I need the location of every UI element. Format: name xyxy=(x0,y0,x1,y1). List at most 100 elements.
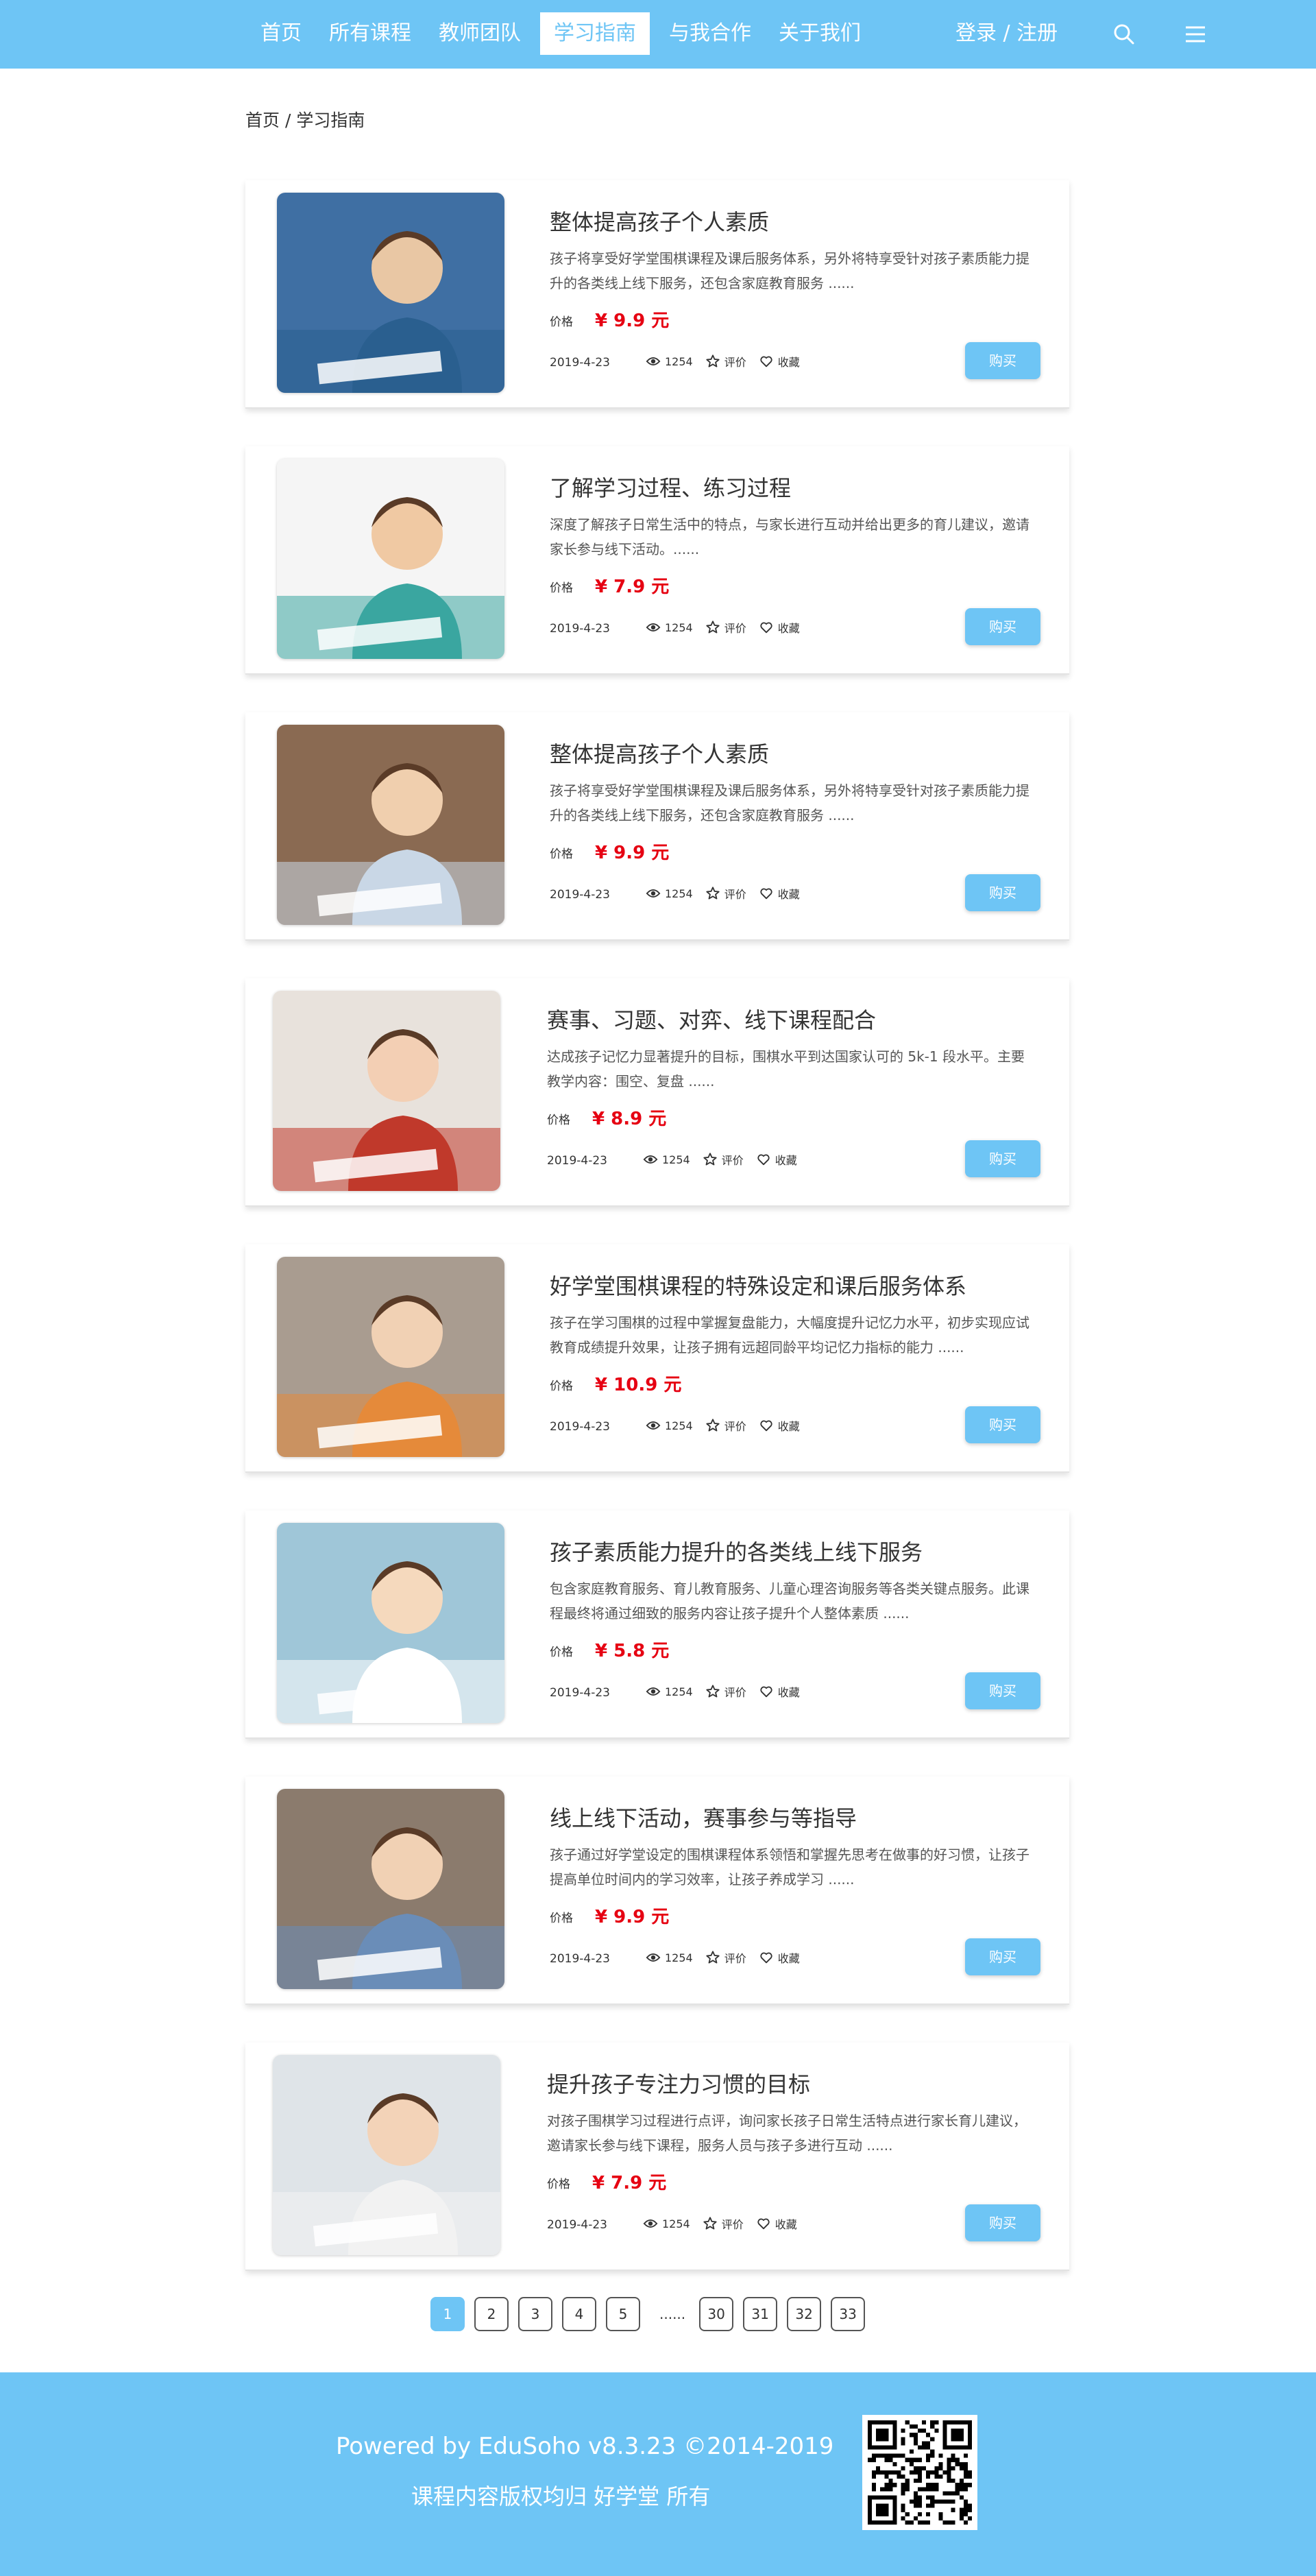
buy-button[interactable]: 购买 xyxy=(965,342,1040,379)
course-price: ¥ 5.8 元 xyxy=(595,1641,670,1661)
rate-link[interactable]: 评价 xyxy=(703,2215,744,2232)
page-button-31[interactable]: 31 xyxy=(743,2297,778,2331)
views-count: 1254 xyxy=(662,2217,690,2230)
views-count: 1254 xyxy=(665,887,693,900)
course-title[interactable]: 线上线下活动，赛事参与等指导 xyxy=(550,1801,857,1833)
favorite-link[interactable]: 收藏 xyxy=(759,1417,800,1434)
nav-study-guide[interactable]: 学习指南 xyxy=(540,12,650,55)
heart-icon xyxy=(757,2218,770,2230)
views-count: 1254 xyxy=(665,354,693,368)
buy-button[interactable]: 购买 xyxy=(965,1140,1040,1177)
buy-button[interactable]: 购买 xyxy=(965,1672,1040,1709)
course-thumbnail[interactable] xyxy=(273,991,500,1191)
rate-link[interactable]: 评价 xyxy=(705,885,746,902)
favorite-link[interactable]: 收藏 xyxy=(759,1949,800,1966)
course-card: 提升孩子专注力习惯的目标 对孩子围棋学习过程进行点评，询问家长孩子日常生活特点进… xyxy=(245,2043,1069,2271)
course-thumbnail[interactable] xyxy=(277,193,504,393)
page-button-1[interactable]: 1 xyxy=(430,2297,465,2331)
course-description: 孩子将享受好学堂围棋课程及课后服务体系，另外将特享受针对孩子素质能力提升的各类线… xyxy=(550,250,1029,291)
course-title[interactable]: 好学堂围棋课程的特殊设定和课后服务体系 xyxy=(550,1269,966,1301)
views-count: 1254 xyxy=(665,1951,693,1964)
heart-icon xyxy=(760,356,772,368)
page-button-4[interactable]: 4 xyxy=(562,2297,596,2331)
course-thumbnail[interactable] xyxy=(273,2055,500,2255)
course-date: 2019-4-23 xyxy=(547,1154,607,1168)
views-stat: 1254 xyxy=(643,2216,690,2231)
hamburger-menu-icon[interactable] xyxy=(1182,21,1209,48)
star-icon xyxy=(703,2217,717,2230)
page-button-30[interactable]: 30 xyxy=(699,2297,734,2331)
page-button-32[interactable]: 32 xyxy=(787,2297,822,2331)
favorite-link[interactable]: 收藏 xyxy=(756,2215,797,2232)
star-icon xyxy=(706,1685,720,1698)
star-icon xyxy=(706,1951,720,1964)
eye-icon xyxy=(646,889,661,898)
course-thumbnail[interactable] xyxy=(277,1257,504,1457)
course-date: 2019-4-23 xyxy=(547,2218,607,2232)
rate-link[interactable]: 评价 xyxy=(705,1949,746,1966)
course-price: ¥ 8.9 元 xyxy=(592,1109,667,1129)
nav-all-courses[interactable]: 所有课程 xyxy=(315,12,425,55)
favorite-link[interactable]: 收藏 xyxy=(759,353,800,370)
course-title[interactable]: 赛事、习题、对弈、线下课程配合 xyxy=(547,1003,876,1035)
course-title[interactable]: 整体提高孩子个人素质 xyxy=(550,205,769,237)
nav-cooperate[interactable]: 与我合作 xyxy=(655,12,765,55)
search-icon[interactable] xyxy=(1110,21,1138,48)
favorite-link[interactable]: 收藏 xyxy=(759,619,800,636)
course-title[interactable]: 了解学习过程、练习过程 xyxy=(550,471,791,503)
course-price: ¥ 9.9 元 xyxy=(595,843,670,863)
course-card: 赛事、习题、对弈、线下课程配合 达成孩子记忆力显著提升的目标，围棋水平到达国家认… xyxy=(245,978,1069,1207)
course-title[interactable]: 提升孩子专注力习惯的目标 xyxy=(547,2067,810,2099)
rate-link[interactable]: 评价 xyxy=(705,619,746,636)
course-thumbnail[interactable] xyxy=(277,725,504,925)
course-thumbnail[interactable] xyxy=(277,1523,504,1723)
rate-link[interactable]: 评价 xyxy=(703,1151,744,1168)
favorite-label: 收藏 xyxy=(777,888,800,901)
rate-label: 评价 xyxy=(724,1420,746,1433)
views-stat: 1254 xyxy=(646,1950,693,1965)
nav-teachers[interactable]: 教师团队 xyxy=(425,12,535,55)
page-button-5[interactable]: 5 xyxy=(606,2297,640,2331)
nav-home[interactable]: 首页 xyxy=(247,12,315,55)
price-label: 价格 xyxy=(547,2178,570,2191)
login-register-link[interactable]: 登录 / 注册 xyxy=(955,12,1058,55)
course-meta: 1254 评价 收藏 xyxy=(646,1417,812,1434)
course-meta: 1254 评价 收藏 xyxy=(646,885,812,902)
course-meta: 1254 评价 收藏 xyxy=(643,1151,809,1168)
course-card: 了解学习过程、练习过程 深度了解孩子日常生活中的特点，与家长进行互动并给出更多的… xyxy=(245,446,1069,675)
favorite-link[interactable]: 收藏 xyxy=(759,885,800,902)
copyright-text: 课程内容版权均归 好学堂 所有 xyxy=(411,2483,711,2509)
rate-link[interactable]: 评价 xyxy=(705,1683,746,1700)
rate-link[interactable]: 评价 xyxy=(705,1417,746,1434)
course-title[interactable]: 整体提高孩子个人素质 xyxy=(550,737,769,769)
course-price: ¥ 9.9 元 xyxy=(595,1907,670,1927)
course-title[interactable]: 孩子素质能力提升的各类线上线下服务 xyxy=(550,1535,923,1567)
price-label: 价格 xyxy=(550,1380,573,1393)
buy-button[interactable]: 购买 xyxy=(965,874,1040,911)
eye-icon xyxy=(646,1953,661,1962)
buy-button[interactable]: 购买 xyxy=(965,1938,1040,1975)
favorite-label: 收藏 xyxy=(777,1686,800,1699)
price-label: 价格 xyxy=(550,847,573,861)
price-label: 价格 xyxy=(550,1646,573,1659)
favorite-link[interactable]: 收藏 xyxy=(756,1151,797,1168)
favorite-link[interactable]: 收藏 xyxy=(759,1683,800,1700)
course-meta: 1254 评价 收藏 xyxy=(646,353,812,370)
page-button-33[interactable]: 33 xyxy=(831,2297,866,2331)
rate-link[interactable]: 评价 xyxy=(705,353,746,370)
course-thumbnail[interactable] xyxy=(277,1789,504,1989)
views-stat: 1254 xyxy=(646,1684,693,1699)
views-count: 1254 xyxy=(665,1419,693,1432)
page-button-2[interactable]: 2 xyxy=(474,2297,509,2331)
buy-button[interactable]: 购买 xyxy=(965,1406,1040,1443)
heart-icon xyxy=(757,1154,770,1166)
course-meta: 1254 评价 收藏 xyxy=(646,619,812,636)
rate-label: 评价 xyxy=(724,888,746,901)
page-button-3[interactable]: 3 xyxy=(518,2297,552,2331)
breadcrumb[interactable]: 首页 / 学习指南 xyxy=(245,107,365,132)
buy-button[interactable]: 购买 xyxy=(965,608,1040,645)
course-thumbnail[interactable] xyxy=(277,459,504,659)
buy-button[interactable]: 购买 xyxy=(965,2204,1040,2241)
nav-about[interactable]: 关于我们 xyxy=(765,12,875,55)
course-description: 深度了解孩子日常生活中的特点，与家长进行互动并给出更多的育儿建议，邀请家长参与线… xyxy=(550,516,1029,557)
